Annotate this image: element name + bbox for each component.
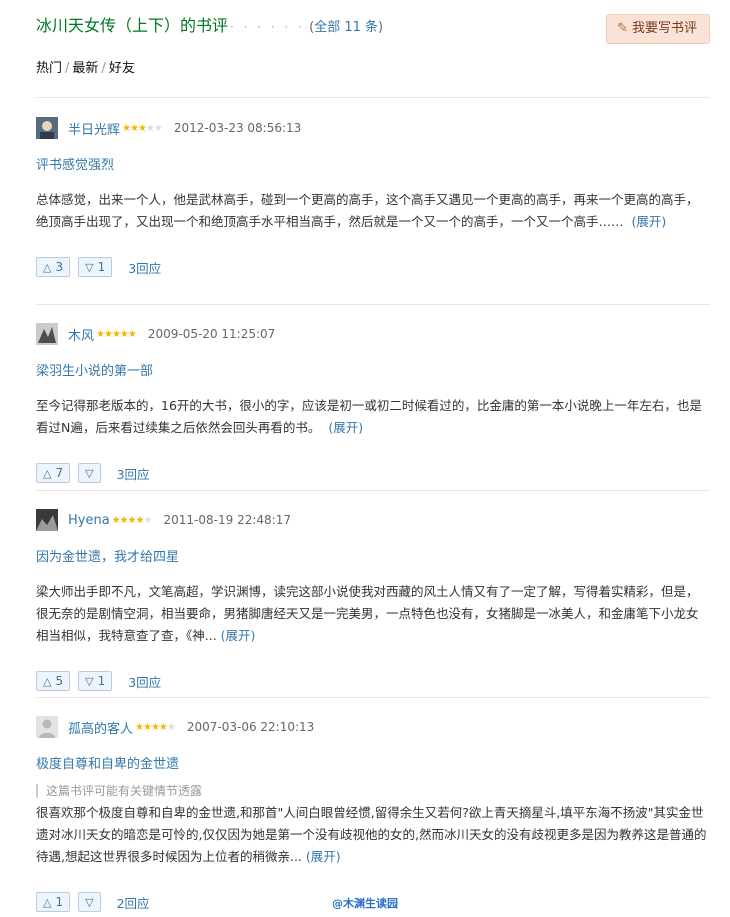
upvote-count: 1 xyxy=(55,895,64,909)
review-title[interactable]: 因为金世遗，我才给四星 xyxy=(36,546,708,565)
review-text: 很喜欢那个极度自尊和自卑的金世遗,和那首"人间白眼曾经惯,留得余生又若何?欲上青… xyxy=(36,805,707,864)
review-item: 半日光辉 ★★★★★ 2012-03-23 08:56:13 评书感觉强烈 总体… xyxy=(36,117,708,277)
page-title: 冰川天女传（上下）的书评 xyxy=(36,16,229,35)
divider xyxy=(36,304,710,305)
review-body: 总体感觉，出来一个人，他是武林高手，碰到一个更高的高手，这个高手又遇见一个更高的… xyxy=(36,189,708,233)
upvote-icon: △ xyxy=(43,260,52,274)
rating-stars: ★★★★★ xyxy=(122,122,163,134)
review-title[interactable]: 梁羽生小说的第一部 xyxy=(36,360,708,379)
tab-latest[interactable]: 最新 xyxy=(72,61,98,76)
upvote-button[interactable]: △ 5 xyxy=(36,671,71,691)
review-item: 孤高的客人 ★★★★★ 2007-03-06 22:10:13 极度自尊和自卑的… xyxy=(36,716,708,912)
replies-link[interactable]: 3回应 xyxy=(128,258,161,277)
spoiler-warning: 这篇书评可能有关键情节透露 xyxy=(36,784,708,798)
upvote-icon: △ xyxy=(43,466,52,480)
review-item: 木风 ★★★★★ 2009-05-20 11:25:07 梁羽生小说的第一部 至… xyxy=(36,323,708,483)
divider xyxy=(36,490,710,491)
review-title[interactable]: 极度自尊和自卑的金世遗 xyxy=(36,753,708,772)
divider xyxy=(36,697,710,698)
default-avatar-icon xyxy=(36,716,58,738)
replies-link[interactable]: 2回应 xyxy=(117,893,150,912)
review-date: 2012-03-23 08:56:13 xyxy=(173,121,302,135)
avatar-image xyxy=(36,117,58,139)
review-body: 至今记得那老版本的，16开的大书，很小的字，应该是初一或初二时候看过的，比金庸的… xyxy=(36,395,708,439)
downvote-button[interactable]: ▽ 1 xyxy=(78,671,113,691)
review-body: 梁大师出手即不凡，文笔高超，学识渊博，读完这部小说使我对西藏的风土人情又有了一定… xyxy=(36,581,708,647)
upvote-count: 3 xyxy=(55,260,64,274)
avatar[interactable] xyxy=(36,509,58,531)
review-date: 2011-08-19 22:48:17 xyxy=(163,513,291,527)
author-name[interactable]: 木风 xyxy=(68,325,94,344)
tab-separator: / xyxy=(101,61,106,76)
review-text: 总体感觉，出来一个人，他是武林高手，碰到一个更高的高手，这个高手又遇见一个更高的… xyxy=(36,192,699,229)
write-review-button[interactable]: ✎ 我要写书评 xyxy=(606,14,710,44)
tab-separator: / xyxy=(65,61,70,76)
review-text: 至今记得那老版本的，16开的大书，很小的字，应该是初一或初二时候看过的，比金庸的… xyxy=(36,398,702,435)
review-count[interactable]: (全部 11 条) xyxy=(309,20,383,35)
review-item: Hyena ★★★★★ 2011-08-19 22:48:17 因为金世遗，我才… xyxy=(36,509,708,691)
review-actions: △ 3 ▽ 1 3回应 xyxy=(36,257,708,277)
downvote-icon: ▽ xyxy=(85,466,94,480)
replies-link[interactable]: 3回应 xyxy=(128,672,161,691)
upvote-count: 7 xyxy=(55,466,64,480)
expand-link[interactable]: (展开) xyxy=(631,214,666,229)
review-actions: △ 5 ▽ 1 3回应 xyxy=(36,671,708,691)
review-actions: △ 7 ▽ 3回应 xyxy=(36,463,708,483)
rating-stars: ★★★★★ xyxy=(111,514,153,526)
upvote-count: 5 xyxy=(55,674,64,688)
author-name[interactable]: Hyena xyxy=(68,513,110,528)
downvote-button[interactable]: ▽ xyxy=(78,463,101,483)
review-meta: 木风 ★★★★★ 2009-05-20 11:25:07 xyxy=(36,323,708,345)
avatar-image xyxy=(36,509,58,531)
avatar[interactable] xyxy=(36,117,58,139)
upvote-button[interactable]: △ 3 xyxy=(36,257,71,277)
review-date: 2009-05-20 11:25:07 xyxy=(147,327,276,341)
upvote-icon: △ xyxy=(43,674,52,688)
expand-link[interactable]: (展开) xyxy=(306,849,341,864)
expand-link[interactable]: (展开) xyxy=(328,420,363,435)
author-name[interactable]: 孤高的客人 xyxy=(68,718,133,737)
divider xyxy=(36,97,710,98)
expand-link[interactable]: (展开) xyxy=(221,628,256,643)
downvote-count: 1 xyxy=(97,674,106,688)
review-header: 冰川天女传（上下）的书评 · · · · · · (全部 11 条) ✎ 我要写书评 xyxy=(36,14,710,44)
count-close-paren: ) xyxy=(378,20,384,35)
review-meta: Hyena ★★★★★ 2011-08-19 22:48:17 xyxy=(36,509,708,531)
avatar-image xyxy=(36,323,58,345)
watermark: @木渊生读园 xyxy=(332,897,398,910)
downvote-button[interactable]: ▽ 1 xyxy=(78,257,113,277)
downvote-icon: ▽ xyxy=(85,674,94,688)
downvote-icon: ▽ xyxy=(85,895,94,909)
downvote-button[interactable]: ▽ xyxy=(78,892,101,912)
author-name[interactable]: 半日光辉 xyxy=(68,119,120,138)
replies-link[interactable]: 3回应 xyxy=(117,464,150,483)
rating-stars: ★★★★★ xyxy=(96,328,137,340)
tab-hot[interactable]: 热门 xyxy=(36,61,62,76)
review-meta: 孤高的客人 ★★★★★ 2007-03-06 22:10:13 xyxy=(36,716,708,738)
title-dots: · · · · · · xyxy=(230,20,305,34)
upvote-button[interactable]: △ 7 xyxy=(36,463,71,483)
review-meta: 半日光辉 ★★★★★ 2012-03-23 08:56:13 xyxy=(36,117,708,139)
upvote-button[interactable]: △ 1 xyxy=(36,892,71,912)
tab-friends[interactable]: 好友 xyxy=(109,61,135,76)
review-body: 很喜欢那个极度自尊和自卑的金世遗,和那首"人间白眼曾经惯,留得余生又若何?欲上青… xyxy=(36,802,708,868)
avatar[interactable] xyxy=(36,716,58,738)
avatar[interactable] xyxy=(36,323,58,345)
downvote-icon: ▽ xyxy=(85,260,94,274)
downvote-count: 1 xyxy=(97,260,106,274)
review-date: 2007-03-06 22:10:13 xyxy=(186,720,315,734)
sort-tabs: 热门 / 最新 / 好友 xyxy=(36,57,135,76)
pencil-icon: ✎ xyxy=(617,21,628,36)
rating-stars: ★★★★★ xyxy=(135,721,176,733)
upvote-icon: △ xyxy=(43,895,52,909)
count-text: 全部 11 条 xyxy=(314,20,379,35)
review-title[interactable]: 评书感觉强烈 xyxy=(36,154,708,173)
write-review-label: 我要写书评 xyxy=(631,21,697,36)
review-text: 梁大师出手即不凡，文笔高超，学识渊博，读完这部小说使我对西藏的风土人情又有了一定… xyxy=(36,584,699,643)
